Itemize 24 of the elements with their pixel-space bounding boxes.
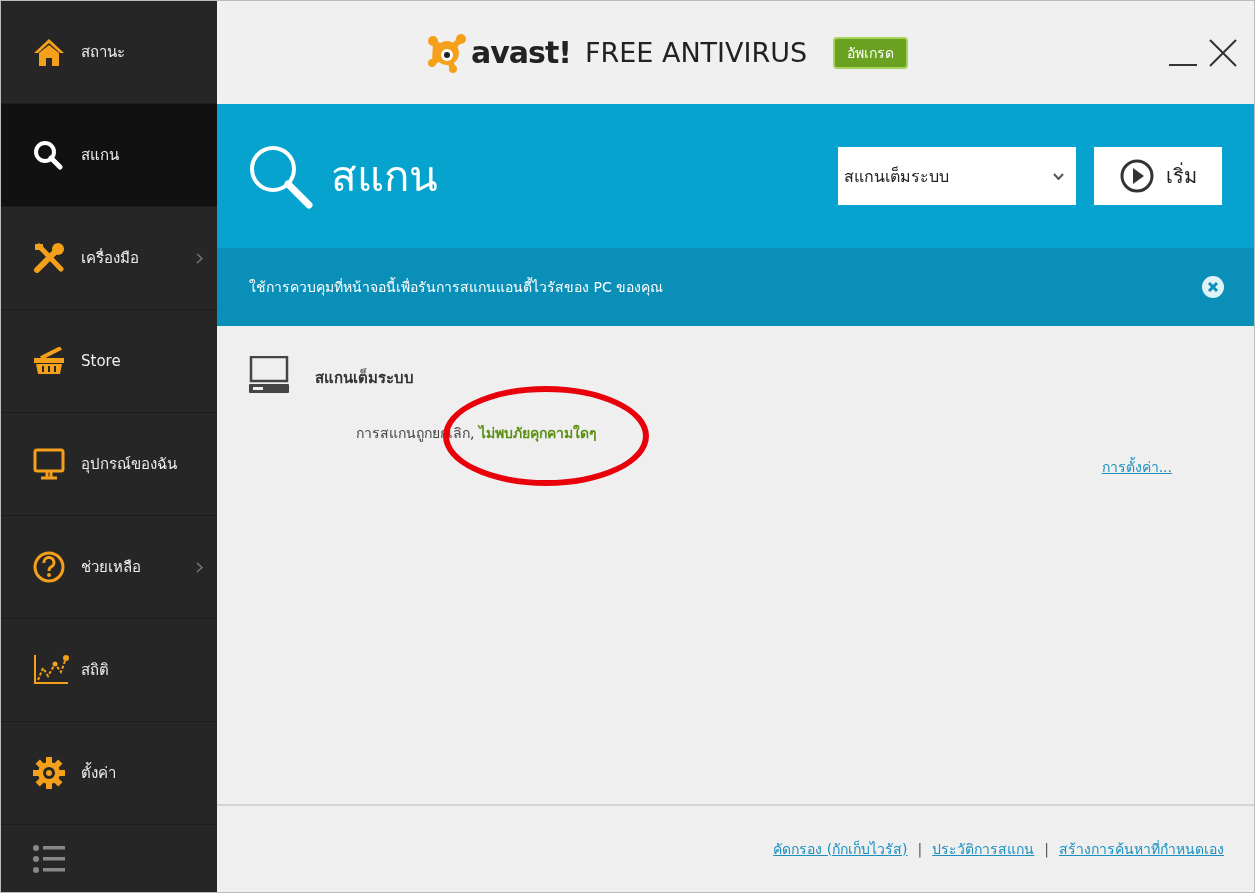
chart-icon — [33, 654, 69, 686]
product-name: FREE ANTIVIRUS — [584, 37, 808, 68]
scan-title: สแกนเต็มระบบ — [315, 367, 414, 389]
monitor-icon — [33, 448, 65, 480]
logo-text: avast! — [471, 35, 571, 70]
tools-icon — [33, 242, 65, 274]
separator: | — [1044, 841, 1049, 857]
play-icon — [1119, 159, 1154, 193]
home-icon — [33, 37, 65, 67]
search-icon — [247, 143, 313, 209]
basket-icon — [33, 347, 65, 375]
info-message: ใช้การควบคุมที่หน้าจอนี้เพื่อรันการสแกนแอนตี้ไวรัสของ PC ของคุณ — [249, 276, 665, 298]
logo-icon — [427, 32, 467, 73]
page-title: สแกน — [331, 151, 439, 203]
search-icon — [33, 140, 63, 170]
scan-type-dropdown[interactable]: สแกนเต็มระบบ — [838, 147, 1076, 205]
list-icon[interactable] — [33, 843, 67, 874]
sidebar-item[interactable]: สแกน — [1, 104, 217, 207]
caret-icon — [1053, 172, 1064, 180]
close-icon[interactable] — [1208, 37, 1238, 68]
computer-icon — [249, 356, 289, 394]
help-icon — [33, 551, 65, 583]
separator: | — [917, 841, 923, 857]
start-button[interactable]: เริ่ม — [1094, 147, 1222, 205]
